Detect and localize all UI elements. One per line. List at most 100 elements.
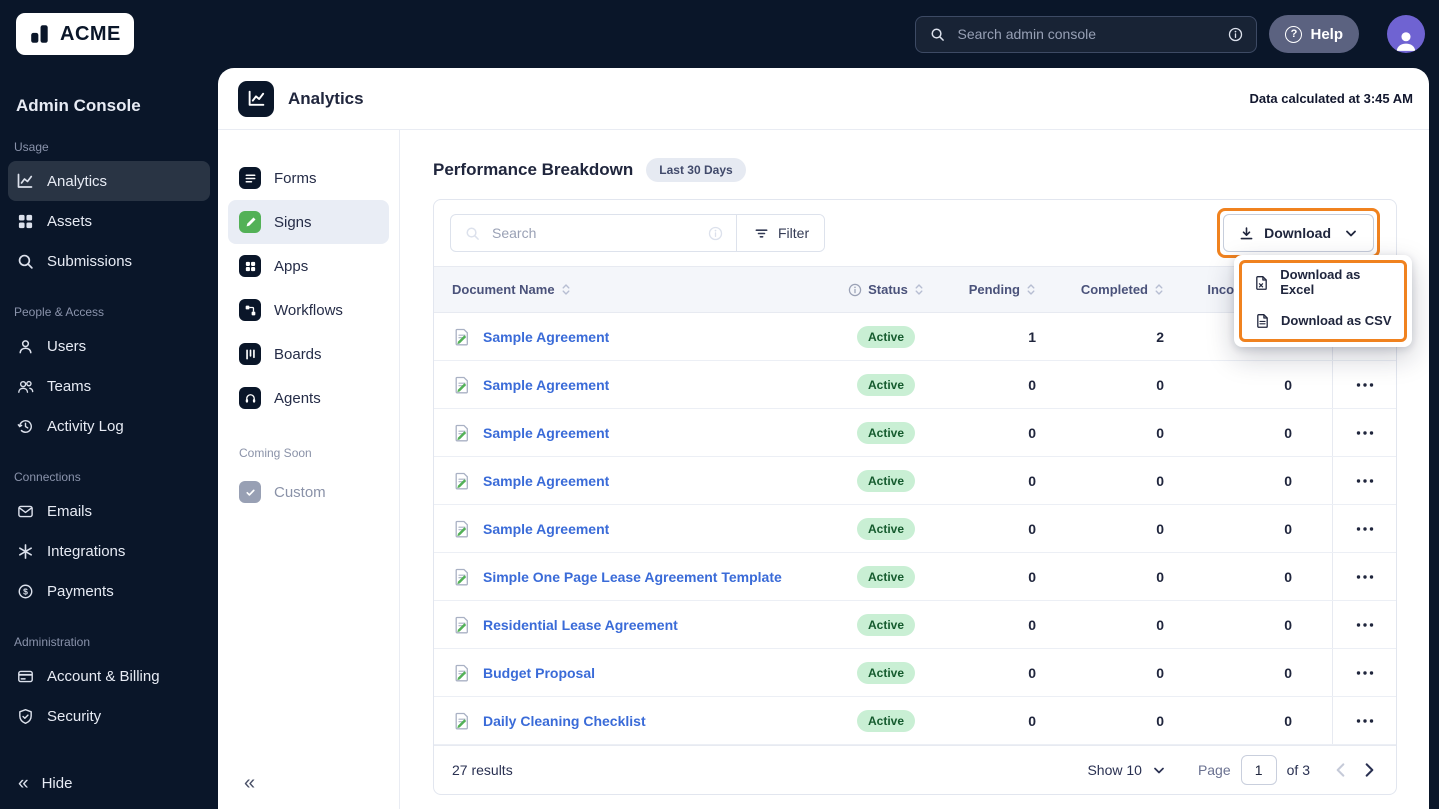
section-heading: Performance Breakdown	[433, 160, 634, 179]
nav-item-label: Signs	[274, 213, 312, 231]
row-actions-button[interactable]	[1350, 425, 1380, 441]
row-actions-button[interactable]	[1350, 569, 1380, 585]
table-row: Daily Cleaning Checklist Active 0 0 0	[434, 697, 1396, 745]
admin-search-input[interactable]	[955, 25, 1218, 43]
document-link[interactable]: Residential Lease Agreement	[483, 617, 678, 633]
row-actions-button[interactable]	[1350, 377, 1380, 393]
sign-document-icon	[452, 567, 472, 587]
nav-item-forms[interactable]: Forms	[228, 156, 389, 200]
dropdown-annotation-box: Download as Excel Download as CSV	[1239, 260, 1407, 342]
help-button[interactable]: ? Help	[1269, 15, 1359, 53]
document-link[interactable]: Sample Agreement	[483, 377, 609, 393]
filter-label: Filter	[778, 225, 810, 241]
excel-file-icon	[1253, 273, 1270, 291]
table-row: Sample Agreement Active 0 0 0	[434, 361, 1396, 409]
sort-icon	[1026, 283, 1036, 296]
sidebar-item-payments[interactable]: $ Payments	[8, 571, 210, 611]
nav-item-workflows[interactable]: Workflows	[228, 288, 389, 332]
nav-item-apps[interactable]: Apps	[228, 244, 389, 288]
brand-name: ACME	[60, 22, 121, 45]
sidebar-section-administration: Administration Account & Billing Securit…	[0, 635, 218, 736]
coming-soon-label: Coming Soon	[239, 446, 312, 460]
next-page-button[interactable]	[1365, 763, 1374, 777]
incomplete-cell: 0	[1284, 712, 1292, 729]
table-search[interactable]	[451, 215, 736, 251]
page-number-input[interactable]	[1240, 755, 1277, 785]
table-search-input[interactable]	[490, 224, 697, 242]
column-label: Document Name	[452, 282, 555, 297]
status-cell: Active	[816, 601, 956, 648]
column-header-document-name[interactable]: Document Name	[434, 267, 816, 312]
avatar[interactable]	[1387, 15, 1425, 53]
document-link[interactable]: Budget Proposal	[483, 665, 595, 681]
sidebar-item-account-billing[interactable]: Account & Billing	[8, 656, 210, 696]
show-per-page-select[interactable]: Show 10	[1087, 761, 1167, 779]
menu-item-label: Download as Excel	[1280, 267, 1361, 297]
column-label: Pending	[968, 282, 1020, 297]
sidebar-item-users[interactable]: Users	[8, 326, 210, 366]
document-link[interactable]: Daily Cleaning Checklist	[483, 713, 646, 729]
sidebar-item-security[interactable]: Security	[8, 696, 210, 736]
boards-icon	[239, 343, 261, 365]
status-badge: Active	[856, 709, 916, 732]
assets-icon	[16, 212, 34, 230]
nav-item-boards[interactable]: Boards	[228, 332, 389, 376]
row-actions-button[interactable]	[1350, 617, 1380, 633]
nav-item-signs[interactable]: Signs	[228, 200, 389, 244]
document-link[interactable]: Sample Agreement	[483, 473, 609, 489]
status-badge: Active	[856, 325, 916, 348]
actions-cell	[1332, 505, 1396, 552]
document-name-cell: Simple One Page Lease Agreement Template	[434, 553, 816, 600]
document-name-cell: Sample Agreement	[434, 409, 816, 456]
column-header-completed[interactable]: Completed	[1076, 267, 1204, 312]
document-link[interactable]: Simple One Page Lease Agreement Template	[483, 569, 782, 585]
sidebar-item-label: Account & Billing	[47, 667, 160, 685]
completed-cell: 0	[1156, 376, 1164, 393]
incomplete-cell: 0	[1284, 376, 1292, 393]
menu-item-download-csv[interactable]: Download as CSV	[1242, 301, 1404, 339]
data-calculated-status: Data calculated at 3:45 AM	[1249, 91, 1413, 106]
column-header-status[interactable]: Status	[816, 267, 956, 312]
document-name-cell: Sample Agreement	[434, 361, 816, 408]
section-label: Connections	[14, 470, 81, 484]
document-link[interactable]: Sample Agreement	[483, 329, 609, 345]
sidebar-item-assets[interactable]: Assets	[8, 201, 210, 241]
nav-item-agents[interactable]: Agents	[228, 376, 389, 420]
nav-collapse-button[interactable]: «	[244, 772, 255, 795]
status-badge: Active	[856, 517, 916, 540]
sidebar-item-teams[interactable]: Teams	[8, 366, 210, 406]
question-icon: ?	[1285, 25, 1303, 43]
column-header-pending[interactable]: Pending	[956, 267, 1076, 312]
incomplete-cell: 0	[1284, 520, 1292, 537]
page-label: Page	[1197, 762, 1231, 778]
sidebar-item-integrations[interactable]: Integrations	[8, 531, 210, 571]
admin-search[interactable]	[915, 15, 1258, 53]
sidebar-item-activity-log[interactable]: Activity Log	[8, 406, 210, 446]
pending-cell: 0	[1028, 472, 1036, 489]
row-actions-button[interactable]	[1350, 665, 1380, 681]
document-name-cell: Budget Proposal	[434, 649, 816, 696]
sidebar-hide-button[interactable]: « Hide	[18, 774, 72, 793]
incomplete-cell: 0	[1284, 568, 1292, 585]
workflows-icon	[239, 299, 261, 321]
document-link[interactable]: Sample Agreement	[483, 521, 609, 537]
previous-page-button[interactable]	[1336, 763, 1345, 777]
nav-item-label: Boards	[274, 345, 322, 363]
document-link[interactable]: Sample Agreement	[483, 425, 609, 441]
user-icon	[16, 337, 34, 355]
nav-item-label: Custom	[274, 483, 326, 501]
download-button[interactable]: Download	[1223, 214, 1374, 252]
actions-cell	[1332, 601, 1396, 648]
sidebar-item-analytics[interactable]: Analytics	[8, 161, 210, 201]
sidebar-item-submissions[interactable]: Submissions	[8, 241, 210, 281]
row-actions-button[interactable]	[1350, 713, 1380, 729]
row-actions-button[interactable]	[1350, 473, 1380, 489]
download-icon	[1237, 224, 1255, 242]
row-actions-button[interactable]	[1350, 521, 1380, 537]
sidebar-item-emails[interactable]: Emails	[8, 491, 210, 531]
filter-button[interactable]: Filter	[737, 215, 825, 251]
app-root: ACME ? Help Admin	[0, 0, 1439, 809]
nav-item-label: Apps	[274, 257, 309, 275]
menu-item-download-excel[interactable]: Download as Excel	[1242, 263, 1404, 301]
nav-item-custom[interactable]: Custom	[228, 470, 389, 514]
